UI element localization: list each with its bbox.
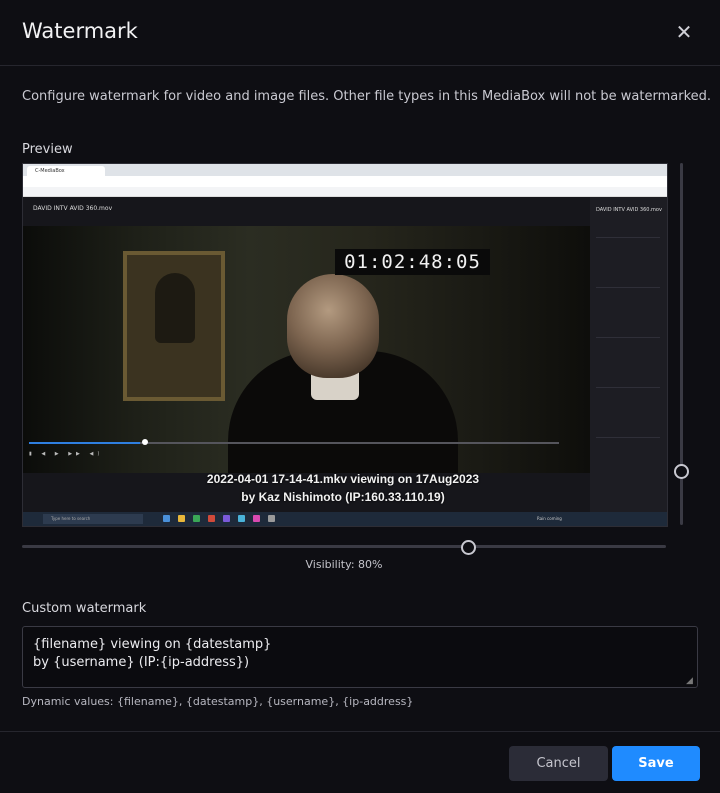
preview-taskbar-search: Type here to search — [43, 514, 143, 524]
preview-video-frame: 01:02:48:05 — [23, 226, 590, 473]
preview-app-area: DAVID INTV AVID 360.mov 01:02:48:05 ▮ ◀ … — [23, 197, 667, 512]
watermark-dialog: Watermark ✕ Configure watermark for vide… — [0, 0, 720, 792]
cancel-button[interactable]: Cancel — [509, 746, 608, 781]
dialog-header: Watermark ✕ — [0, 0, 720, 66]
custom-watermark-label: Custom watermark — [22, 601, 147, 616]
watermark-position-slider-handle[interactable] — [674, 463, 689, 479]
preview-sidebar-divider — [596, 337, 660, 338]
watermark-line-2: by Kaz Nishimoto (IP:160.33.110.19) — [241, 490, 445, 504]
visibility-label: Visibility: 80% — [305, 558, 383, 571]
preview-taskbar-icon — [253, 515, 260, 522]
preview-portrait — [155, 273, 195, 343]
preview-taskbar-icon — [178, 515, 185, 522]
dialog-title: Watermark — [22, 19, 138, 43]
preview-player-controls: ▮ ◀ ▶ ▶▶ ◀) — [29, 451, 104, 457]
visibility-slider-handle[interactable] — [460, 540, 476, 555]
resize-handle-icon[interactable]: ◢ — [686, 676, 696, 686]
preview-taskbar-icon — [238, 515, 245, 522]
preview-taskbar: Type here to search Rain coming — [23, 512, 667, 526]
visibility-slider[interactable] — [22, 545, 666, 548]
preview-sidebar-divider — [596, 237, 660, 238]
preview-browser-tab: C-MediaBox — [27, 166, 105, 176]
preview-sidebar-title: DAVID INTV AVID 360.mov — [596, 207, 662, 213]
close-icon[interactable]: ✕ — [672, 20, 696, 44]
preview-taskbar-icon — [268, 515, 275, 522]
preview-label: Preview — [22, 142, 73, 157]
watermark-preview: C-MediaBox DAVID INTV AVID 360.mov 01:02… — [22, 163, 668, 527]
watermark-overlay: 2022-04-01 17-14-41.mkv viewing on 17Aug… — [173, 470, 513, 506]
preview-address-bar — [23, 176, 667, 197]
dynamic-values-hint: Dynamic values: {filename}, {datestamp},… — [22, 695, 414, 708]
preview-info-sidebar: DAVID INTV AVID 360.mov — [590, 197, 667, 512]
preview-sidebar-divider — [596, 287, 660, 288]
preview-figure-head — [287, 274, 379, 378]
preview-browser-tabs: C-MediaBox — [23, 164, 667, 176]
preview-bookmarks-bar — [23, 187, 667, 197]
preview-playback-knob — [142, 439, 148, 445]
preview-painting — [123, 251, 225, 401]
watermark-line-1: 2022-04-01 17-14-41.mkv viewing on 17Aug… — [206, 472, 480, 486]
preview-app-title: DAVID INTV AVID 360.mov — [33, 205, 113, 212]
preview-timecode: 01:02:48:05 — [335, 249, 490, 275]
preview-taskbar-icon — [193, 515, 200, 522]
preview-sidebar-divider — [596, 437, 660, 438]
preview-taskbar-icon — [208, 515, 215, 522]
preview-taskbar-icon — [223, 515, 230, 522]
preview-taskbar-tray: Rain coming — [537, 516, 562, 521]
preview-taskbar-icon — [163, 515, 170, 522]
preview-playback-progress-fill — [29, 442, 141, 444]
dialog-description: Configure watermark for video and image … — [22, 89, 712, 104]
preview-sidebar-divider — [596, 387, 660, 388]
custom-watermark-textarea[interactable]: {filename} viewing on {datestamp} by {us… — [22, 626, 698, 688]
preview-playback-progress — [29, 439, 559, 445]
save-button[interactable]: Save — [612, 746, 700, 781]
